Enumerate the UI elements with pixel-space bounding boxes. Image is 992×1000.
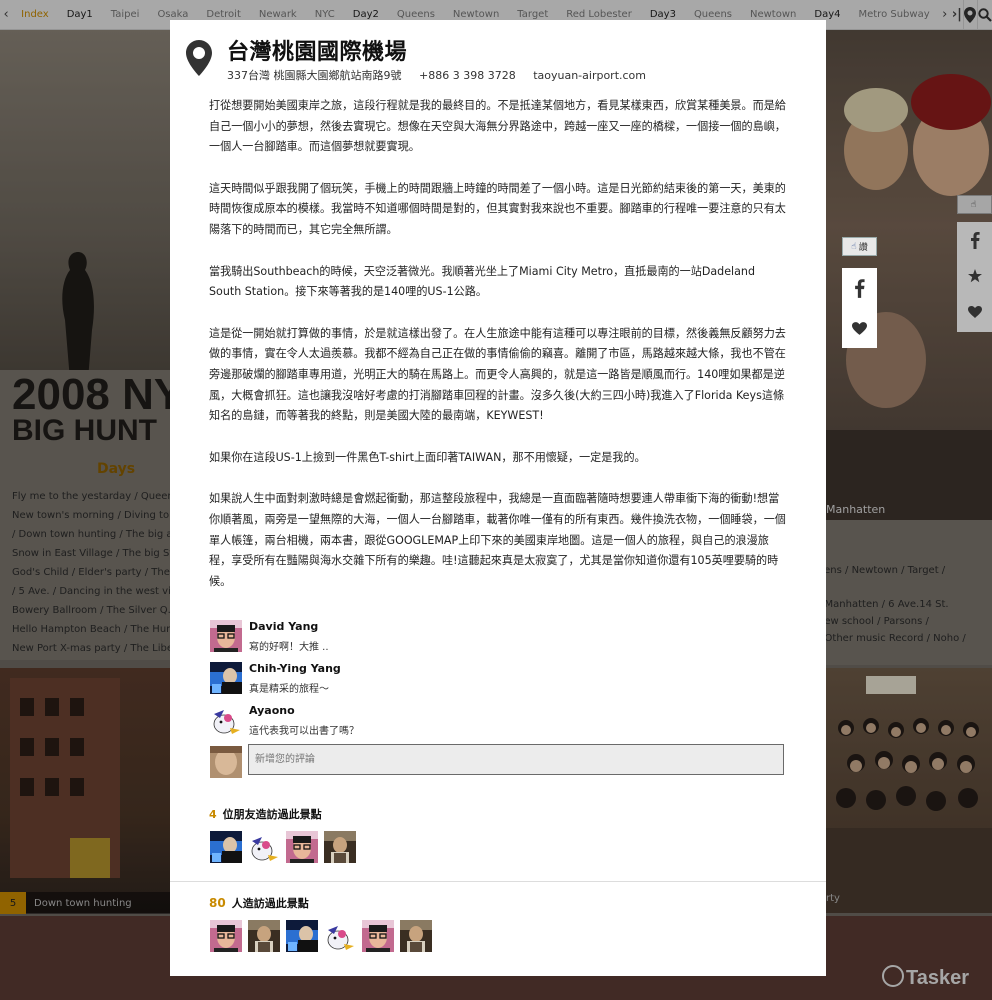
place-address: 337台灣 桃園縣大園鄉航站南路9號 xyxy=(227,69,402,82)
comment-text: 寫的好啊！大推 .. xyxy=(249,642,329,653)
place-info: 337台灣 桃園縣大園鄉航站南路9號 +886 3 398 3728 taoyu… xyxy=(227,67,660,83)
visitors-heading: 80 人造訪過此景點 xyxy=(209,895,309,911)
commenter-name[interactable]: Ayaono xyxy=(249,704,295,717)
comment-text: 真是精采的旅程～ xyxy=(249,684,329,695)
visitor-avatar[interactable] xyxy=(286,920,318,952)
article-paragraph: 這是從一開始就打算做的事情，於是就這樣出發了。在人生旅途中能有這種可以專注眼前的… xyxy=(209,326,786,423)
place-website[interactable]: taoyuan-airport.com xyxy=(533,69,646,82)
visitor-avatars xyxy=(210,920,438,952)
friends-avatars xyxy=(210,831,362,863)
place-modal: 台灣桃園國際機場 337台灣 桃園縣大園鄉航站南路9號 +886 3 398 3… xyxy=(170,20,826,976)
article-paragraph: 如果你在這段US-1上撿到一件黑色T-shirt上面印著TAIWAN，那不用懷疑… xyxy=(209,450,646,464)
friends-count: 4 xyxy=(209,808,217,821)
comment-item: Chih-Ying Yang 真是精采的旅程～ xyxy=(209,660,789,702)
commenter-avatar[interactable] xyxy=(210,704,242,736)
comment-text: 這代表我可以出書了嗎？ xyxy=(249,726,359,737)
visitor-avatar[interactable] xyxy=(248,920,280,952)
comment-item: Ayaono 這代表我可以出書了嗎？ xyxy=(209,702,789,744)
friend-avatar[interactable] xyxy=(324,831,356,863)
friends-visited-heading: 4 位朋友造訪過此景點 xyxy=(209,806,322,822)
visitor-avatar[interactable] xyxy=(324,920,356,952)
visitor-avatar[interactable] xyxy=(362,920,394,952)
visitors-count: 80 xyxy=(209,896,226,910)
article-paragraph: 如果說人生中面對刺激時總是會燃起衝動，那這整段旅程中，我總是一直面臨著隨時想要連… xyxy=(209,492,786,588)
place-phone[interactable]: +886 3 398 3728 xyxy=(419,69,516,82)
article-body: 打從想要開始美國東岸之旅，這段行程就是我的最終目的。不是抵達某個地方，看見某樣東… xyxy=(209,96,787,613)
comments-section: David Yang 寫的好啊！大推 .. Chih-Ying Yang 真是精采的旅… xyxy=(209,618,789,780)
commenter-avatar[interactable] xyxy=(210,620,242,652)
friend-avatar[interactable] xyxy=(286,831,318,863)
commenter-name[interactable]: Chih-Ying Yang xyxy=(249,662,341,675)
like-button[interactable]: ☝ 讚 xyxy=(842,237,877,256)
heart-icon[interactable] xyxy=(842,308,877,348)
visitor-avatar[interactable] xyxy=(400,920,432,952)
like-label: 讚 xyxy=(858,243,868,253)
article-paragraph: 這天時間似乎跟我開了個玩笑，手機上的時間跟牆上時鐘的時間差了一個小時。這是日光節… xyxy=(209,181,786,236)
place-title: 台灣桃園國際機場 xyxy=(227,40,408,65)
article-paragraph: 打從想要開始美國東岸之旅，這段行程就是我的最終目的。不是抵達某個地方，看見某樣東… xyxy=(209,99,786,154)
current-user-avatar xyxy=(210,746,242,778)
friend-avatar[interactable] xyxy=(210,831,242,863)
commenter-name[interactable]: David Yang xyxy=(249,620,318,633)
comment-input[interactable] xyxy=(248,744,784,775)
thumbs-up-icon: ☝ xyxy=(851,241,857,252)
map-pin-icon xyxy=(186,40,212,80)
visitors-label: 人造訪過此景點 xyxy=(231,897,309,910)
comment-list: David Yang 寫的好啊！大推 .. Chih-Ying Yang 真是精采的旅… xyxy=(209,618,789,744)
visitor-avatar[interactable] xyxy=(210,920,242,952)
comment-item: David Yang 寫的好啊！大推 .. xyxy=(209,618,789,660)
friends-label: 位朋友造訪過此景點 xyxy=(222,808,322,821)
section-divider xyxy=(170,881,826,882)
commenter-avatar[interactable] xyxy=(210,662,242,694)
share-box xyxy=(842,268,877,348)
new-comment-row xyxy=(209,744,789,780)
friend-avatar[interactable] xyxy=(248,831,280,863)
article-paragraph: 當我騎出Southbeach的時候，天空泛著微光。我順著光坐上了Miami Ci… xyxy=(209,264,756,299)
facebook-icon[interactable] xyxy=(842,268,877,308)
